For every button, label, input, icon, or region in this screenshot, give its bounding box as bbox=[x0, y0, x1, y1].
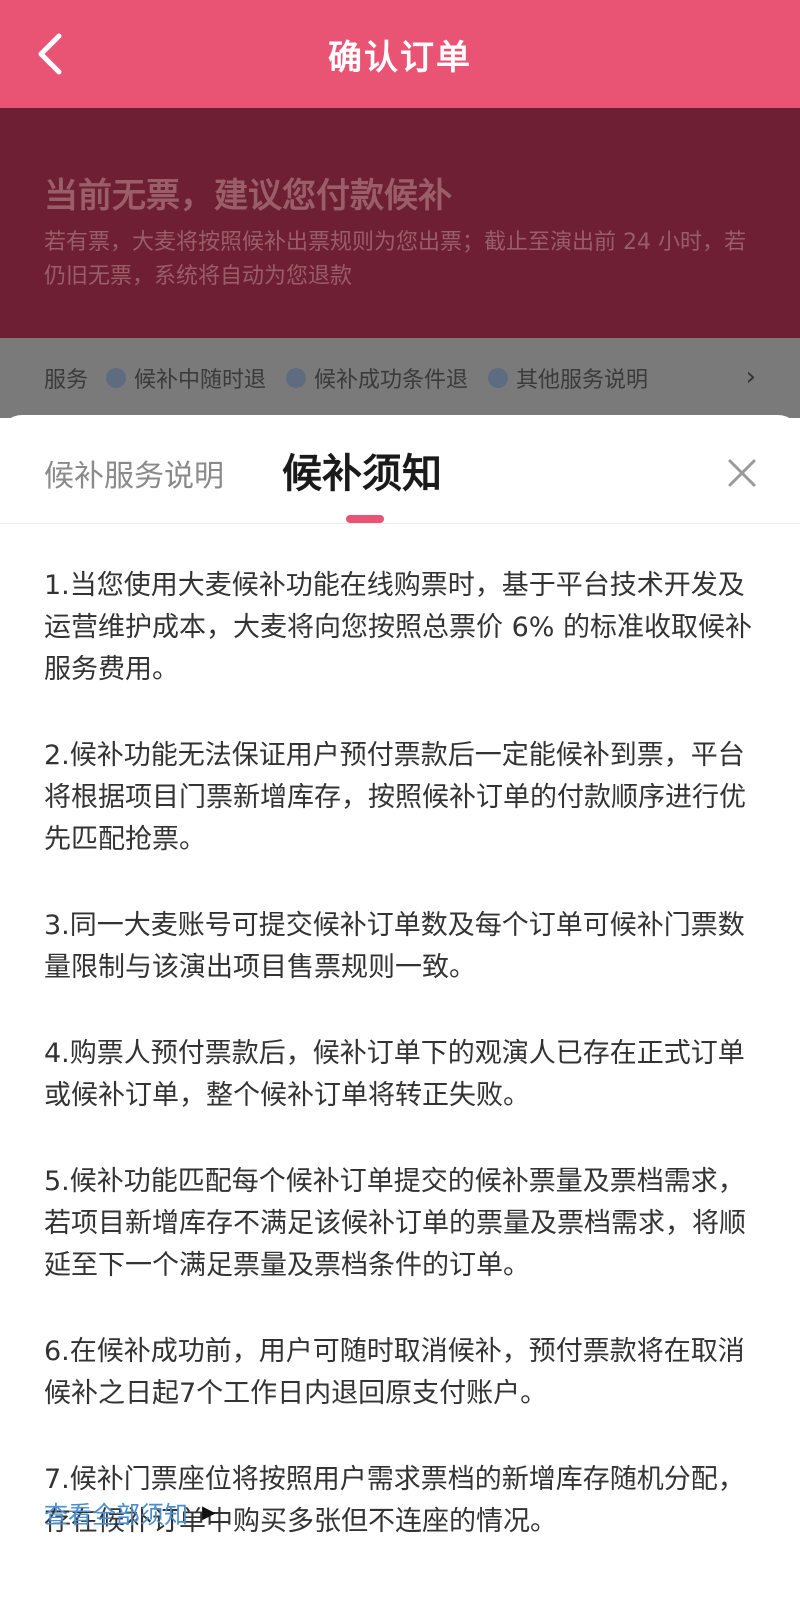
service-item: 候补成功条件退 bbox=[286, 362, 468, 394]
notice-item: 4.购票人预付票款后，候补订单下的观演人已存在正式订单或候补订单，整个候补订单将… bbox=[44, 1038, 745, 1111]
view-all-label: 查看全部须知 bbox=[44, 1501, 188, 1529]
service-item-label: 候补成功条件退 bbox=[314, 368, 469, 393]
notice-list: 1.当您使用大麦候补功能在线购票时，基于平台技术开发及运营维护成本，大麦将向您按… bbox=[44, 565, 756, 1587]
page-title: 确认订单 bbox=[328, 37, 472, 78]
notice-sheet: 候补服务说明 候补须知 1.当您使用大麦候补功能在线购票时，基于平台技术开发及运… bbox=[0, 415, 800, 1620]
tab-service-description[interactable]: 候补服务说明 bbox=[44, 451, 224, 495]
divider bbox=[0, 523, 800, 524]
top-nav-bar: 确认订单 bbox=[0, 0, 800, 108]
service-item-label: 候补中随时退 bbox=[134, 368, 267, 393]
notice-item: 1.当您使用大麦候补功能在线购票时，基于平台技术开发及运营维护成本，大麦将向您按… bbox=[44, 570, 752, 685]
chevron-left-icon bbox=[38, 33, 62, 75]
tab-notice[interactable]: 候补须知 bbox=[282, 441, 442, 499]
back-button[interactable] bbox=[22, 26, 78, 82]
service-label: 服务 bbox=[44, 368, 89, 393]
triangle-right-icon: ▶ bbox=[202, 1502, 216, 1523]
banner-description: 若有票，大麦将按照候补出票规则为您出票；截止至演出前 24 小时，若仍旧无票，系… bbox=[44, 230, 746, 289]
close-button[interactable] bbox=[722, 453, 762, 493]
notice-item: 5.候补功能匹配每个候补订单提交的候补票量及票档需求，若项目新增库存不满足该候补… bbox=[44, 1166, 746, 1281]
active-tab-indicator bbox=[346, 515, 384, 523]
close-icon bbox=[728, 459, 756, 487]
notice-item: 3.同一大麦账号可提交候补订单数及每个订单可候补门票数量限制与该演出项目售票规则… bbox=[44, 910, 745, 983]
chevron-right-icon[interactable]: › bbox=[746, 362, 756, 392]
check-circle-icon bbox=[286, 368, 307, 388]
service-item: 其他服务说明 bbox=[488, 362, 648, 394]
view-all-notices-link[interactable]: 查看全部须知 ▶ bbox=[44, 1495, 216, 1530]
notice-item: 6.在候补成功前，用户可随时取消候补，预付票款将在取消候补之日起7个工作日内退回… bbox=[44, 1336, 745, 1409]
check-circle-icon bbox=[488, 368, 509, 388]
notice-item: 2.候补功能无法保证用户预付票款后一定能候补到票，平台将根据项目门票新增库存，按… bbox=[44, 740, 746, 855]
no-ticket-banner bbox=[0, 108, 800, 338]
service-item: 候补中随时退 bbox=[106, 362, 266, 394]
service-item-label: 其他服务说明 bbox=[516, 368, 649, 393]
banner-title: 当前无票，建议您付款候补 bbox=[44, 176, 452, 216]
service-bar[interactable]: 服务 候补中随时退 候补成功条件退 其他服务说明 › bbox=[0, 338, 800, 418]
check-circle-icon bbox=[106, 368, 127, 388]
